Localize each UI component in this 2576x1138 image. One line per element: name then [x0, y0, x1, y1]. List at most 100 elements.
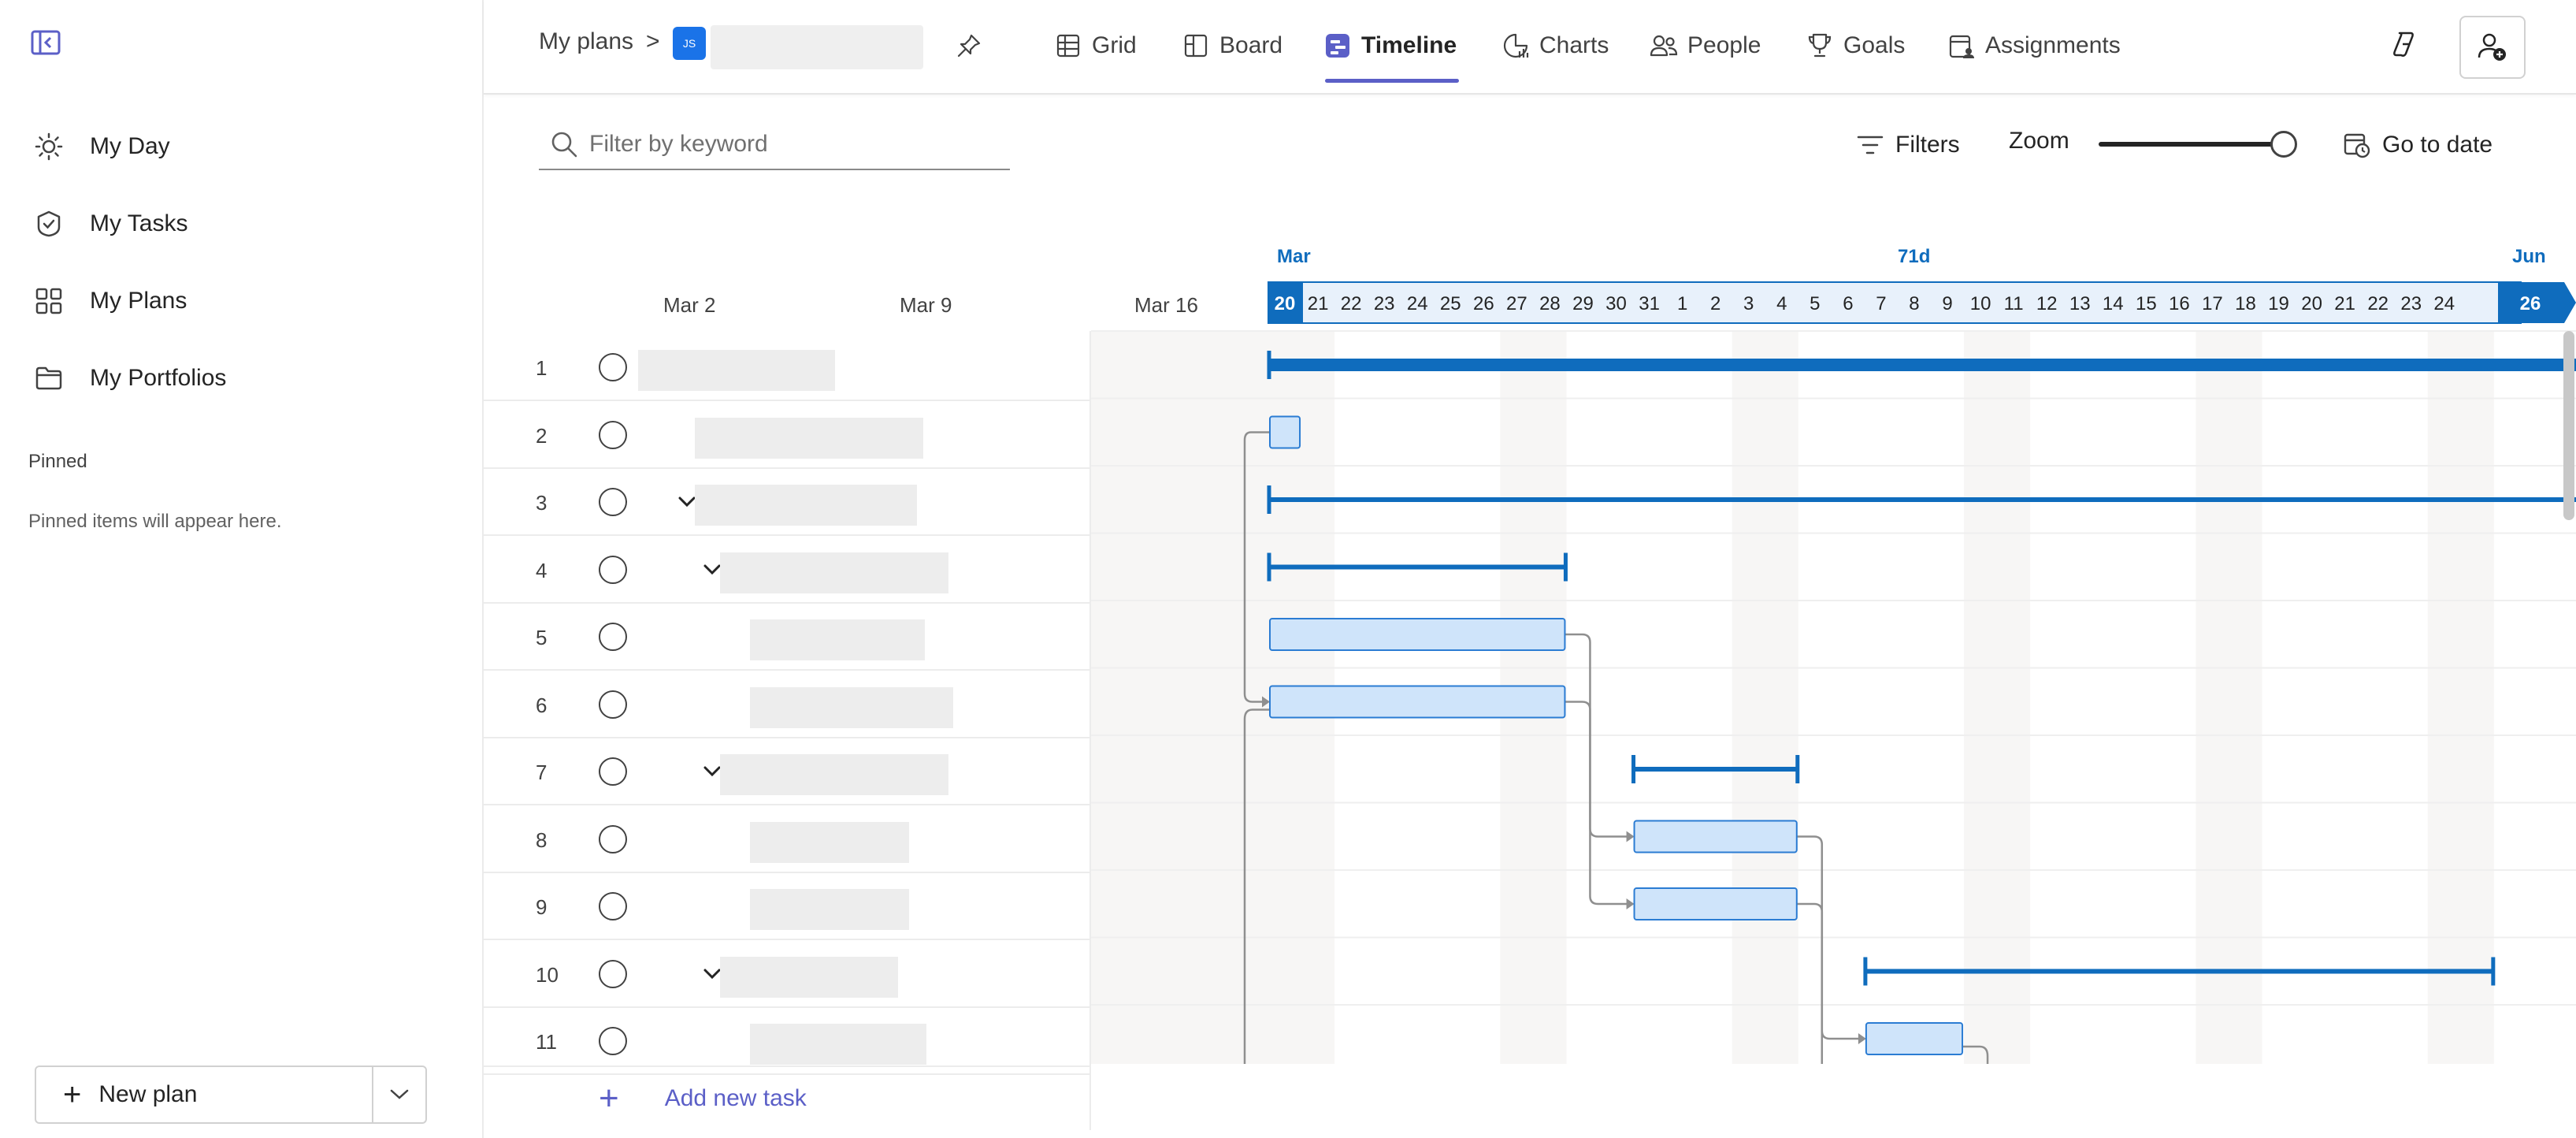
new-plan-dropdown-button[interactable]	[373, 1067, 425, 1122]
tab-grid[interactable]: Grid	[1054, 22, 1137, 69]
task-row[interactable]: 8	[484, 806, 1090, 873]
add-new-task-button[interactable]: + Add new task	[484, 1065, 1090, 1130]
nav-item-my-tasks[interactable]: My Tasks	[32, 200, 187, 247]
timeline-day-label: 4	[1776, 293, 1787, 314]
summary-bar[interactable]	[1268, 564, 1567, 570]
task-title-redacted[interactable]	[720, 754, 948, 795]
task-complete-checkbox[interactable]	[599, 757, 627, 786]
timeline-day-label: 25	[1440, 293, 1461, 314]
task-row[interactable]: 10	[484, 941, 1090, 1008]
timeline-chart: Mar 71d Jun 20 21 22 23 24 25 26 27 28 29 30 31 1 2 3 4…	[1091, 229, 2576, 1064]
task-title-redacted[interactable]	[695, 417, 923, 459]
summary-bar[interactable]	[1632, 767, 1798, 772]
task-bar[interactable]	[1269, 415, 1301, 449]
task-complete-checkbox[interactable]	[599, 1027, 627, 1055]
task-complete-checkbox[interactable]	[599, 420, 627, 449]
tab-board[interactable]: Board	[1182, 22, 1282, 69]
task-complete-checkbox[interactable]	[599, 959, 627, 988]
go-to-date-button[interactable]: Go to date	[2341, 123, 2492, 167]
tab-assignments[interactable]: Assignments	[1947, 22, 2121, 69]
task-complete-checkbox[interactable]	[599, 488, 627, 516]
timeline-day-label: 22	[1341, 293, 1362, 314]
week-label: Mar 9	[900, 293, 952, 317]
task-bar[interactable]	[1865, 1022, 1964, 1055]
task-row[interactable]: 9	[484, 873, 1090, 940]
task-complete-checkbox[interactable]	[599, 623, 627, 651]
task-complete-checkbox[interactable]	[599, 353, 627, 381]
breadcrumb-separator: >	[646, 28, 660, 54]
timeline-range-end-label: Jun	[2512, 246, 2546, 267]
tab-goals[interactable]: Goals	[1806, 22, 1905, 69]
task-row[interactable]: 2	[484, 402, 1090, 469]
plan-name-redacted[interactable]	[711, 25, 923, 69]
task-row[interactable]: 7	[484, 738, 1090, 805]
task-title-redacted[interactable]	[750, 821, 909, 863]
zoom-slider[interactable]	[2099, 131, 2297, 158]
task-title-redacted[interactable]	[695, 485, 917, 526]
tab-timeline[interactable]: Timeline	[1323, 22, 1457, 69]
timeline-day-label: 5	[1810, 293, 1820, 314]
task-bar[interactable]	[1269, 685, 1566, 719]
timeline-day-label: 3	[1743, 293, 1754, 314]
task-title-redacted[interactable]	[638, 350, 835, 391]
filters-label: Filters	[1895, 132, 1960, 158]
timeline-end-day-label: 26	[2520, 293, 2541, 314]
summary-bar[interactable]	[1268, 497, 2576, 502]
tab-label: Grid	[1092, 32, 1137, 58]
task-bar[interactable]	[1633, 820, 1798, 854]
task-bar[interactable]	[1269, 618, 1566, 651]
nav-item-my-portfolios[interactable]: My Portfolios	[32, 355, 226, 402]
weekend-column	[1173, 399, 1240, 1064]
copilot-icon[interactable]	[2385, 25, 2423, 63]
task-complete-checkbox[interactable]	[599, 555, 627, 584]
task-title-redacted[interactable]	[750, 619, 925, 660]
task-row[interactable]: 1	[484, 334, 1090, 401]
pin-icon[interactable]	[953, 30, 985, 61]
nav-label: My Plans	[90, 288, 187, 314]
task-row[interactable]: 5	[484, 604, 1090, 671]
task-row[interactable]: 6	[484, 671, 1090, 738]
timeline-day-label: 2	[1710, 293, 1720, 314]
summary-bar[interactable]	[1864, 969, 2494, 974]
plus-icon: +	[63, 1077, 82, 1112]
timeline-day-label: 23	[2400, 293, 2422, 314]
nav-item-my-day[interactable]: My Day	[32, 123, 170, 170]
task-title-redacted[interactable]	[750, 686, 953, 728]
task-title-redacted[interactable]	[720, 552, 948, 593]
row-number: 9	[536, 895, 547, 919]
task-complete-checkbox[interactable]	[599, 824, 627, 854]
share-plan-button[interactable]	[2459, 16, 2526, 79]
nav-item-my-plans[interactable]: My Plans	[32, 277, 187, 325]
dependency-arrow-icon	[1626, 898, 1635, 909]
tab-people[interactable]: People	[1650, 22, 1761, 69]
zoom-slider-thumb[interactable]	[2270, 131, 2297, 158]
calendar-clock-icon	[2341, 129, 2373, 161]
task-complete-checkbox[interactable]	[599, 892, 627, 920]
timeline-day-label: 1	[1677, 293, 1687, 314]
collapse-nav-icon[interactable]	[30, 28, 61, 57]
task-row[interactable]: 4	[484, 537, 1090, 604]
task-complete-checkbox[interactable]	[599, 690, 627, 719]
filter-keyword-input[interactable]	[589, 131, 999, 158]
task-title-redacted[interactable]	[720, 956, 898, 998]
filters-button[interactable]: Filters	[1854, 123, 1960, 167]
task-title-redacted[interactable]	[750, 1024, 926, 1065]
tab-charts[interactable]: Charts	[1501, 22, 1609, 69]
dependency-arrow-icon	[1626, 831, 1635, 842]
plus-icon: +	[599, 1079, 619, 1118]
filter-keyword-field[interactable]	[539, 120, 1010, 170]
vertical-scrollbar[interactable]	[2563, 331, 2574, 520]
zoom-label: Zoom	[2009, 128, 2069, 154]
breadcrumb-my-plans[interactable]: My plans	[539, 28, 633, 55]
summary-bar[interactable]	[1268, 359, 2576, 371]
nav-label: My Portfolios	[90, 365, 227, 391]
timeline-day-label: 18	[2235, 293, 2256, 314]
timeline-day-label: 11	[2004, 293, 2024, 314]
tab-label: Board	[1219, 32, 1283, 58]
active-tab-indicator	[1325, 79, 1459, 83]
new-plan-button[interactable]: + New plan	[36, 1067, 373, 1122]
task-title-redacted[interactable]	[750, 889, 909, 930]
task-row[interactable]: 3	[484, 469, 1090, 536]
grid-icon	[1054, 32, 1082, 60]
task-bar[interactable]	[1633, 887, 1798, 920]
